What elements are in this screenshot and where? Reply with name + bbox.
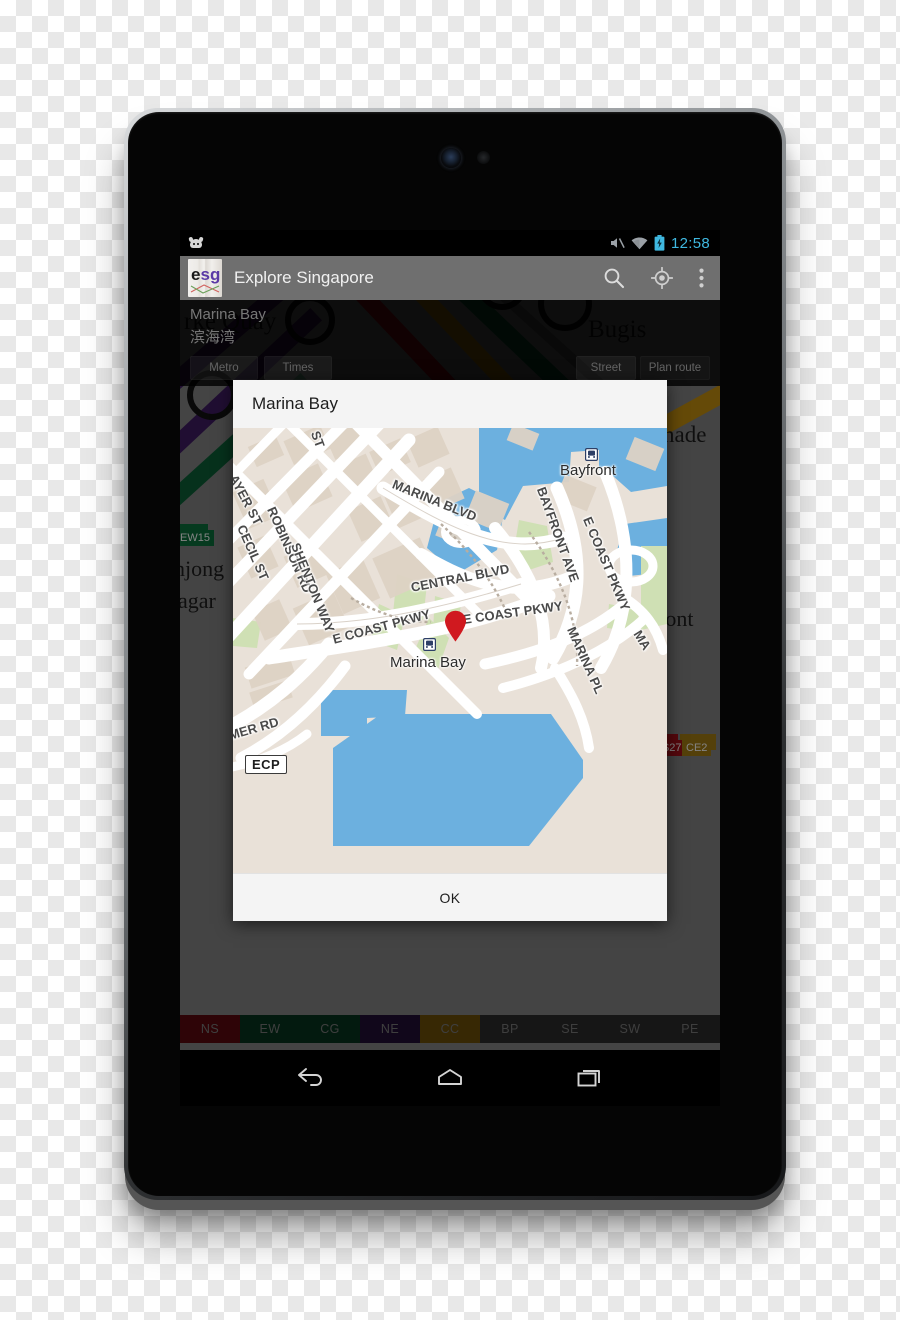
esg-app-logo[interactable]: esg — [188, 259, 222, 297]
android-head-icon — [188, 236, 204, 249]
logo-letter-g: g — [209, 265, 221, 284]
metro-station-label: njong — [180, 556, 225, 581]
line-tab-bp[interactable]: BP — [480, 1015, 540, 1043]
status-clock: 12:58 — [670, 234, 710, 252]
station-info-header: Marina Bay 滨海湾 Metro Times Street Plan r… — [180, 300, 720, 386]
status-bar: 12:58 — [180, 230, 720, 256]
dialog-title: Marina Bay — [233, 380, 667, 428]
line-tab-ne[interactable]: NE — [360, 1015, 420, 1043]
metro-button[interactable]: Metro — [190, 356, 258, 380]
ok-button[interactable]: OK — [403, 882, 496, 914]
line-tab-ns[interactable]: NS — [180, 1015, 240, 1043]
page-title: Explore Singapore — [234, 268, 374, 287]
home-icon[interactable] — [435, 1066, 465, 1090]
volume-muted-icon — [610, 238, 625, 249]
location-marker-icon — [444, 610, 467, 642]
overflow-menu-icon[interactable] — [699, 268, 704, 288]
ecp-highway-shield: ECP — [245, 755, 288, 774]
front-camera-icon — [441, 148, 461, 168]
line-tab-sw[interactable]: SW — [600, 1015, 660, 1043]
my-location-icon[interactable] — [651, 267, 673, 289]
back-arrow-icon[interactable] — [295, 1066, 325, 1090]
mrt-line-tab-bar[interactable]: NS EW CG NE CC BP SE SW PE — [180, 1015, 720, 1043]
times-button[interactable]: Times — [264, 356, 332, 380]
line-tab-cc[interactable]: CC — [420, 1015, 480, 1043]
logo-letter-s: s — [200, 265, 210, 284]
dialog-button-bar: OK — [233, 873, 667, 921]
metro-line-code-badge: EW15 — [180, 530, 214, 546]
station-name: Marina Bay — [190, 306, 266, 323]
search-icon[interactable] — [603, 267, 625, 289]
dialog-street-map[interactable]: MARINA BLVD CENTRAL BLVD BAYFRONT AVE E COA… — [233, 428, 667, 874]
street-map-svg — [233, 428, 667, 874]
metro-station-label: agar — [180, 588, 216, 613]
station-name-chinese: 滨海湾 — [190, 329, 236, 346]
marina-bay-map-dialog: Marina Bay MARINA BLVD CENTRAL BLVD BAYF… — [233, 380, 667, 921]
street-button[interactable]: Street — [576, 356, 636, 380]
app-action-bar: esg Explore Singapore — [180, 256, 720, 301]
android-navigation-bar — [180, 1050, 720, 1106]
transit-stop-icon-bayfront — [585, 448, 599, 462]
line-tab-se[interactable]: SE — [540, 1015, 600, 1043]
tablet-screen: 12:58 esg Explore Singapore nade jong ag… — [180, 230, 720, 1050]
proximity-sensor-icon — [477, 151, 490, 164]
line-tab-cg[interactable]: CG — [300, 1015, 360, 1043]
transit-stop-icon-marina-bay — [423, 638, 437, 652]
recents-icon[interactable] — [575, 1066, 605, 1090]
metro-station-label: nade — [663, 422, 707, 447]
wifi-icon — [631, 237, 648, 249]
battery-charging-icon — [654, 235, 665, 251]
line-tab-ew[interactable]: EW — [240, 1015, 300, 1043]
line-tab-pe[interactable]: PE — [660, 1015, 720, 1043]
logo-scribble-icon — [190, 284, 220, 294]
metro-line-code-badge: CE2 — [682, 740, 712, 756]
plan-route-button[interactable]: Plan route — [640, 356, 710, 380]
